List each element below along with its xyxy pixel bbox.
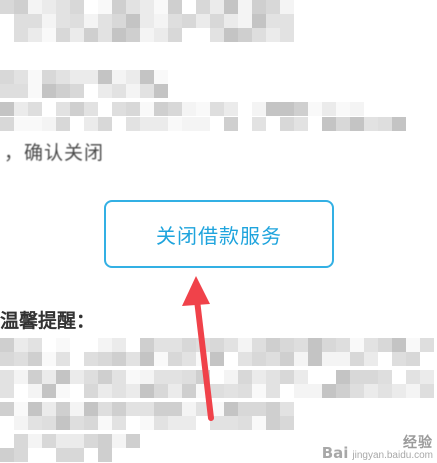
obscured-text-block-top xyxy=(0,0,300,42)
close-loan-service-button[interactable]: 关闭借款服务 xyxy=(104,200,334,268)
watermark-brand: 经验 xyxy=(403,434,433,451)
obscured-reminder-text-2 xyxy=(0,370,437,398)
page: ，确认关闭 关闭借款服务 温馨提醒： Bai 经验 jingyan.baidu.… xyxy=(0,0,437,463)
obscured-text-block-2 xyxy=(0,70,180,98)
baidu-paw-logo-icon: Bai xyxy=(321,444,349,462)
reminder-heading: 温馨提醒： xyxy=(0,310,96,332)
partial-confirm-text: ，确认关闭 xyxy=(4,142,105,164)
obscured-reminder-text-4 xyxy=(0,434,140,462)
baidu-jingyan-watermark: Bai 经验 jingyan.baidu.com xyxy=(322,436,433,461)
obscured-reminder-text-3 xyxy=(0,402,300,430)
obscured-reminder-text-1 xyxy=(0,338,437,366)
watermark-url: jingyan.baidu.com xyxy=(352,449,433,461)
obscured-text-block-3 xyxy=(0,102,410,132)
